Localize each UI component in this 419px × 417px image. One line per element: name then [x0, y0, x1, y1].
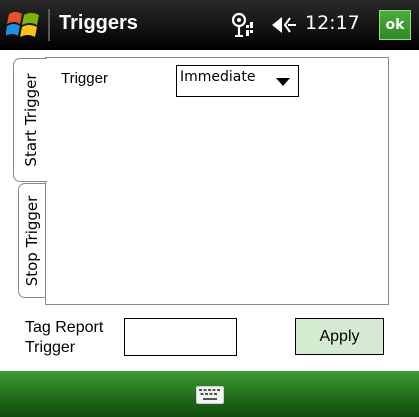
title-divider — [48, 9, 50, 41]
trigger-dropdown-value: Immediate — [180, 69, 256, 85]
tag-report-trigger-label: Tag Report Trigger — [25, 318, 103, 358]
tab-start-trigger-label: Start Trigger — [21, 73, 40, 167]
soft-key-bar — [0, 371, 419, 417]
clock[interactable]: 12:17 — [305, 12, 360, 34]
window-title: Triggers — [59, 12, 138, 34]
trigger-dropdown[interactable]: Immediate — [176, 65, 299, 97]
trigger-label: Trigger — [61, 70, 108, 87]
tab-stop-trigger-label: Stop Trigger — [23, 195, 41, 286]
chevron-down-icon — [276, 78, 290, 86]
title-bar: Triggers 12:17 ok — [0, 0, 419, 50]
tab-stop-trigger[interactable]: Stop Trigger — [18, 183, 46, 298]
windows-start-icon[interactable] — [6, 8, 42, 42]
antenna-icon[interactable] — [229, 12, 257, 38]
apply-button[interactable]: Apply — [295, 318, 384, 355]
keyboard-icon[interactable] — [196, 386, 224, 404]
volume-icon[interactable] — [270, 13, 298, 37]
tab-start-trigger[interactable]: Start Trigger — [13, 58, 47, 182]
tag-report-trigger-input[interactable] — [124, 318, 237, 356]
tag-report-label-line1: Tag Report — [25, 319, 104, 336]
tag-report-label-line2: Trigger — [25, 339, 76, 356]
ok-button[interactable]: ok — [379, 10, 411, 40]
